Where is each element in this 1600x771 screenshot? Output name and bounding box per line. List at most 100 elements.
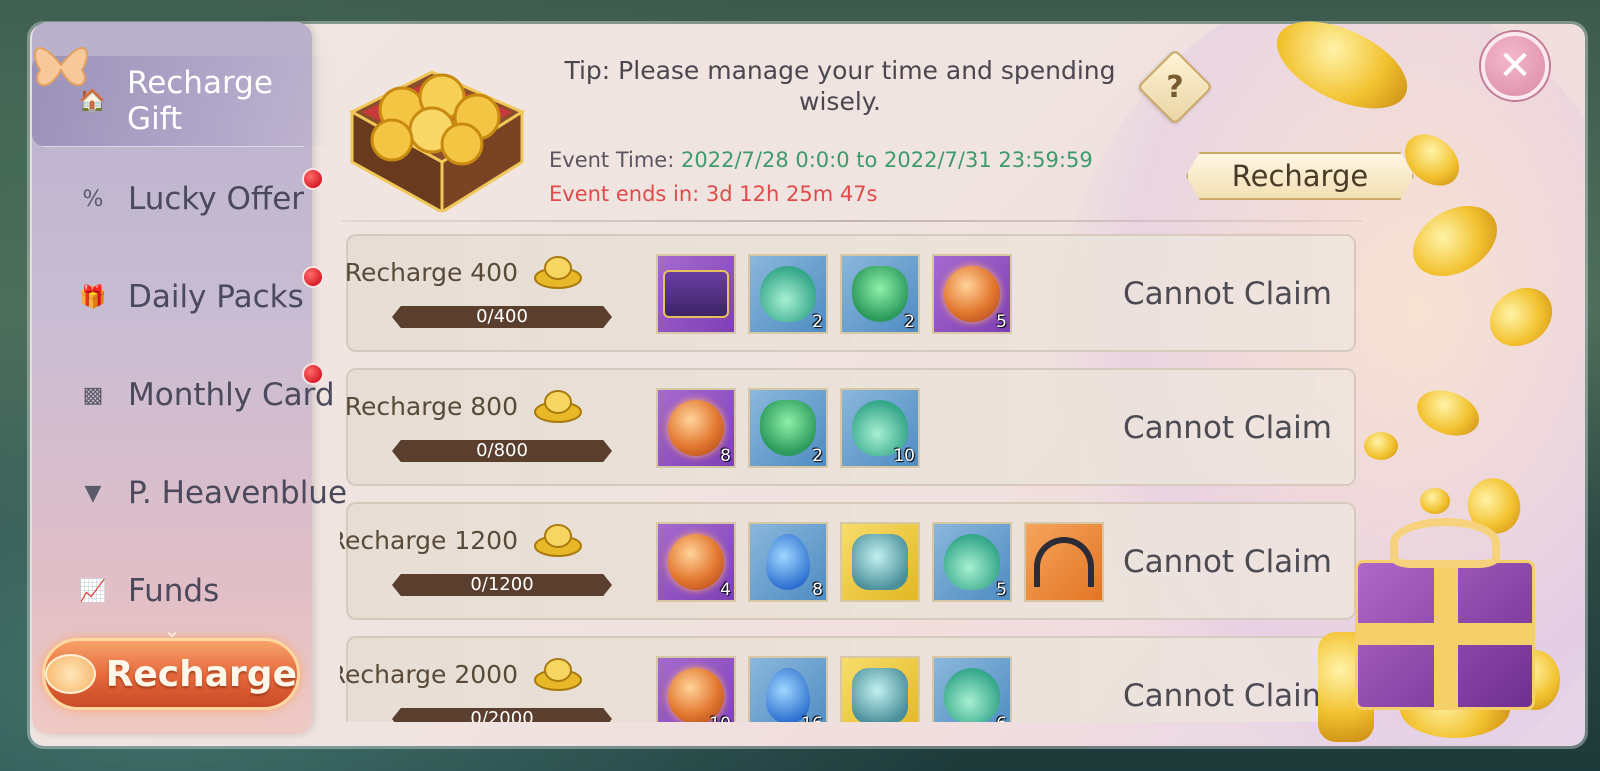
reward-item[interactable]: 4 [656,522,736,602]
sidebar-item-label: Daily Packs [128,279,304,315]
tip-text: Tip: Please manage your time and spendin… [564,56,1116,116]
item-count: 2 [904,312,915,332]
progress-bar: 0/400 [392,306,612,328]
green-ore-icon [760,400,816,456]
sidebar-recharge-button[interactable]: Recharge [42,638,300,710]
reward-item[interactable] [1024,522,1104,602]
sidebar-item-label: Monthly Card [128,377,335,413]
reward-items: 2 2 5 [656,254,1012,334]
item-count: 10 [893,446,915,466]
treasure-chest-icon [663,270,729,318]
reward-items: 4 8 5 [656,522,1104,602]
butterfly-icon [34,47,88,87]
reward-item[interactable]: 2 [748,254,828,334]
reward-item[interactable]: 5 [932,254,1012,334]
event-countdown: Event ends in: 3d 12h 25m 47s [549,182,878,206]
item-count: 10 [709,714,731,722]
reward-item[interactable] [656,254,736,334]
item-count: 8 [720,446,731,466]
question-icon: ? [1166,69,1184,105]
exp-coin-icon [668,400,724,456]
gold-coin-decoration [1420,488,1450,514]
notification-dot [302,168,324,190]
recharge-button[interactable]: Recharge [1186,152,1414,200]
chevron-down-icon[interactable]: ⌄ [157,618,187,642]
sidebar-item-label: Lucky Offer [128,181,305,217]
reward-item[interactable]: 2 [840,254,920,334]
item-count: 2 [812,446,823,466]
claim-status-button[interactable]: Cannot Claim [1123,678,1332,714]
gift-bow-icon [1390,518,1500,568]
progress-bar: 0/2000 [392,708,612,722]
sidebar-item-lucky-offer[interactable]: % Lucky Offer [32,154,372,244]
water-drop-icon [766,534,810,590]
event-time: Event Time: 2022/7/28 0:0:0 to 2022/7/31… [549,148,1093,172]
tier-label: Recharge 2000 [340,660,518,689]
close-icon: ✕ [1498,43,1532,89]
claim-status-button[interactable]: Cannot Claim [1123,276,1332,312]
item-count: 8 [812,580,823,600]
item-count: 4 [720,580,731,600]
item-count: 2 [812,312,823,332]
crystal-ore-icon [852,534,908,590]
sidebar-item-daily-packs[interactable]: 🎁 Daily Packs [32,252,372,342]
sidebar-item-label: Funds [128,573,220,609]
notification-dot [302,363,324,385]
coin-stack-icon [45,654,96,694]
gold-ingot-icon [534,390,582,423]
reward-tier-row: Recharge 400 0/400 2 2 5 Cannot Claim [345,234,1356,352]
reward-tier-row: Recharge 2000 0/2000 10 16 6 Cannot Claim [340,636,1356,722]
item-count: 16 [801,714,823,722]
progress-bar: 0/1200 [392,574,612,596]
header-divider [342,220,1362,222]
sidebar-item-label: P. Heavenblue [128,475,348,511]
item-count: 5 [996,312,1007,332]
reward-item[interactable]: 8 [748,522,828,602]
reward-list[interactable]: Recharge 400 0/400 2 2 5 Cannot Claim Recharge… [340,228,1370,722]
reward-item[interactable]: 6 [932,656,1012,722]
reward-items: 10 16 6 [656,656,1012,722]
reward-item[interactable]: 10 [656,656,736,722]
growth-chart-icon: 📈 [79,578,107,604]
crystal-ore-icon [852,668,908,722]
reward-item[interactable]: 10 [840,388,920,468]
reward-items: 8 2 10 [656,388,920,468]
reward-item[interactable]: 2 [748,388,828,468]
claim-status-button[interactable]: Cannot Claim [1123,544,1332,580]
reward-item[interactable] [840,656,920,722]
gift-box-icon [1355,560,1535,710]
sidebar-item-label: Recharge Gift [127,65,273,137]
exp-coin-icon [668,534,724,590]
close-button[interactable]: ✕ [1481,32,1549,100]
event-time-value: 2022/7/28 0:0:0 to 2022/7/31 23:59:59 [681,148,1093,172]
reward-item[interactable]: 16 [748,656,828,722]
reward-item[interactable]: 5 [932,522,1012,602]
shield-gem-icon: ▼ [84,480,102,506]
monthly-card-icon: ▩ [82,382,104,408]
potion-bottle-icon [760,266,816,322]
headphones-icon [1034,537,1094,587]
reward-tier-row: Recharge 800 0/800 8 2 10 Cannot Claim [345,368,1356,486]
exp-coin-icon [944,266,1000,322]
reward-tier-row: Recharge 1200 0/1200 4 8 5 Cannot Claim [340,502,1356,620]
reward-item[interactable]: 8 [656,388,736,468]
gold-ingot-icon [534,524,582,557]
gold-coin-decoration [1364,432,1398,460]
sidebar-item-p-heavenblue[interactable]: ▼ P. Heavenblue [32,448,372,538]
item-count: 6 [996,714,1007,722]
potion-bottle-icon [944,534,1000,590]
event-time-label: Event Time: [549,148,675,172]
reward-item[interactable] [840,522,920,602]
sidebar-recharge-label: Recharge [105,653,297,695]
potion-bottle-icon [944,668,1000,722]
daily-gift-box-icon: 🎁 [79,284,107,310]
sidebar-item-monthly-card[interactable]: ▩ Monthly Card [32,350,372,440]
gold-ingot-icon [534,256,582,289]
gold-ingot-icon [534,658,582,691]
sidebar-item-funds[interactable]: 📈 Funds [32,546,372,636]
notification-dot [302,266,324,288]
green-ore-icon [852,266,908,322]
claim-status-button[interactable]: Cannot Claim [1123,410,1332,446]
discount-ticket-icon: % [82,186,104,212]
divider [42,146,304,147]
